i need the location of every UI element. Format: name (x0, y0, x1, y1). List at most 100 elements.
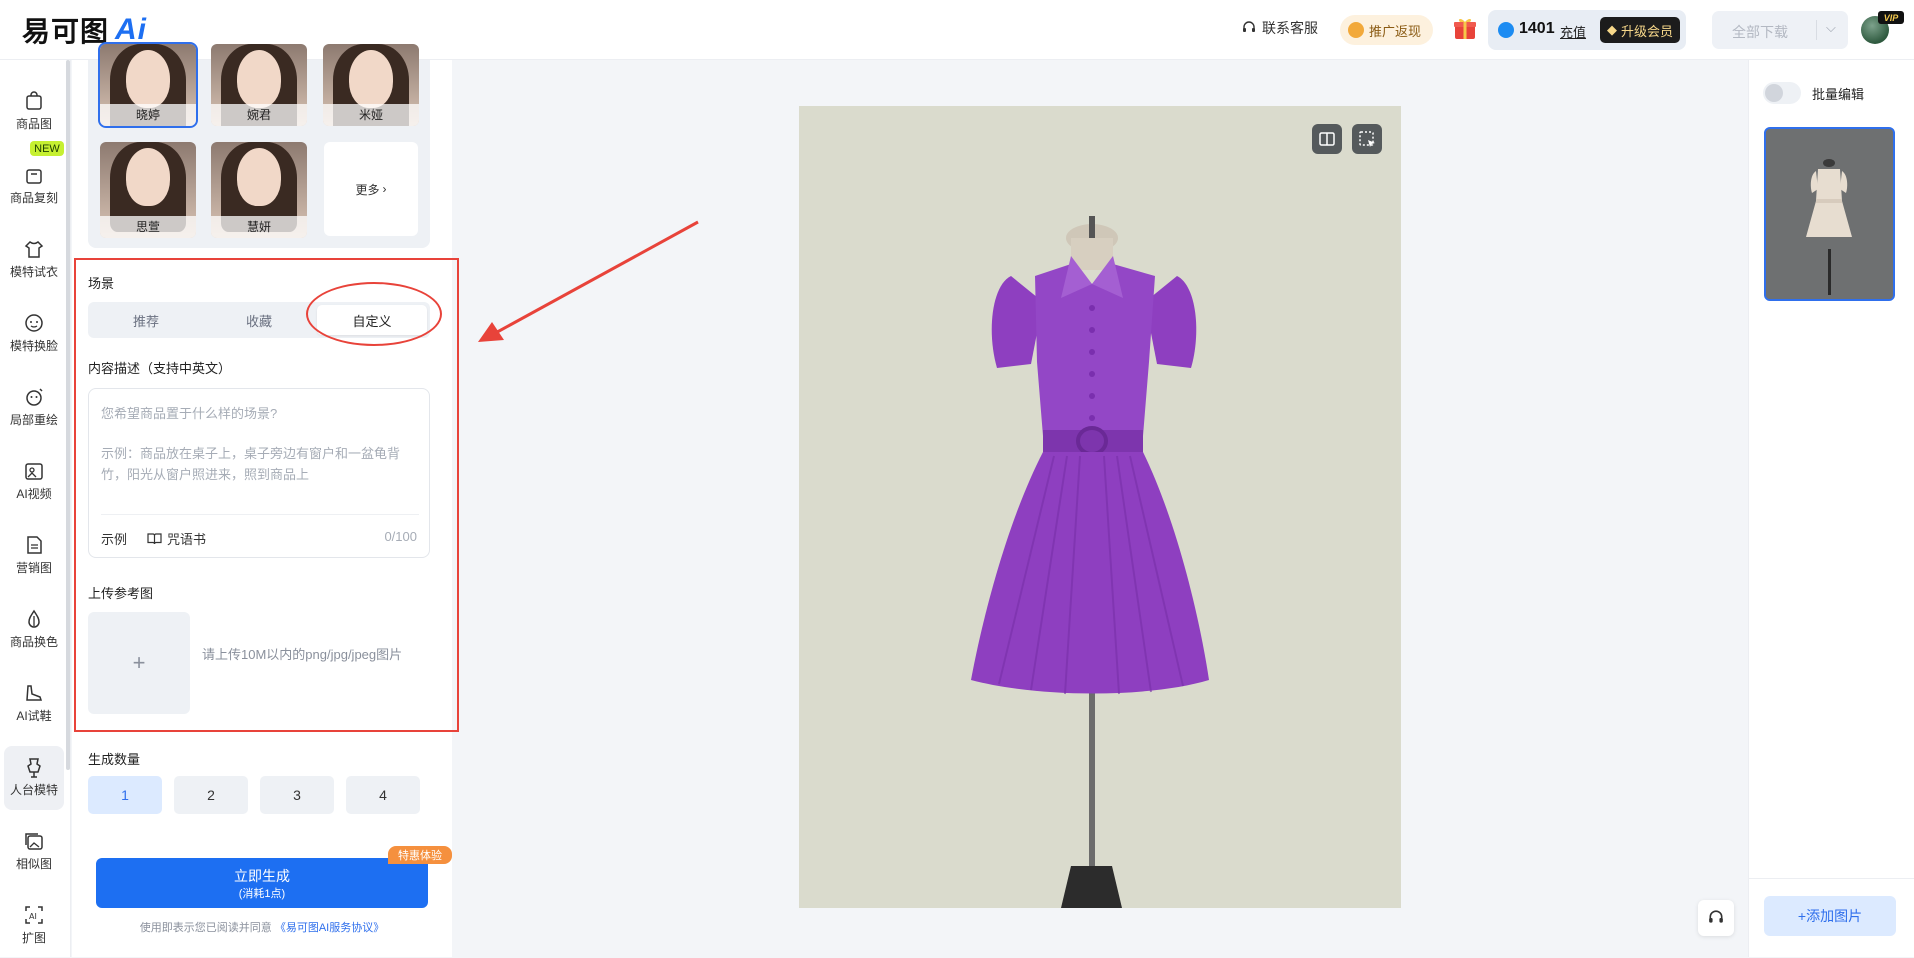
upload-reference-button[interactable]: + (88, 612, 190, 714)
tab-recommend[interactable]: 推荐 (91, 305, 201, 335)
mannequin-icon (27, 758, 41, 778)
model-photo (237, 148, 281, 206)
nav-item-8[interactable]: AI试鞋 (4, 672, 64, 736)
nav-item-2[interactable]: 模特试衣 (4, 228, 64, 292)
model-name: 慧妍 (211, 216, 307, 238)
compare-button[interactable] (1312, 124, 1342, 154)
result-thumbnail[interactable] (1764, 127, 1895, 301)
nav-item-6[interactable]: 营销图 (4, 524, 64, 588)
select-area-button[interactable] (1352, 124, 1382, 154)
generate-button[interactable]: 立即生成 (消耗1点) (96, 858, 428, 908)
nav-item-7[interactable]: 商品换色 (4, 598, 64, 662)
logo-text: 易可图 (22, 16, 110, 47)
nav-item-label: 商品复刻 (9, 191, 58, 205)
model-name: 晓婷 (100, 104, 196, 126)
shoe-icon (26, 685, 43, 701)
batch-edit-label: 批量编辑 (1812, 87, 1865, 102)
more-models-button[interactable]: 更多 › (324, 142, 418, 236)
agreement-prefix: 使用即表示您已阅读并同意 (139, 922, 272, 934)
char-count: 0/100 (384, 529, 417, 544)
video-icon (25, 463, 43, 480)
model-card[interactable]: 慧妍 (211, 142, 307, 238)
upgrade-label: 升级会员 (1620, 23, 1673, 39)
promo-button[interactable]: 推广返现 (1340, 15, 1434, 45)
nav-item-11[interactable]: AI 扩图 (4, 894, 64, 958)
nav-item-10[interactable]: 相似图 (4, 820, 64, 884)
description-placeholder: 您希望商品置于什么样的场景? (101, 406, 278, 421)
nav-item-1[interactable]: 商品复刻 (4, 154, 64, 218)
model-photo (237, 50, 281, 108)
nav-item-0[interactable]: 商品图 (4, 80, 64, 144)
model-card[interactable]: 婉君 (211, 44, 307, 126)
add-image-button[interactable]: +添加图片 (1764, 896, 1896, 936)
coin-icon (1348, 22, 1364, 38)
chevron-right-icon: › (382, 182, 387, 196)
download-label: 全部下载 (1732, 24, 1788, 40)
generate-cost: (消耗1点) (238, 888, 286, 900)
support-label: 联系客服 (1262, 20, 1318, 36)
compare-icon (1319, 132, 1335, 146)
nav-item-label: 商品换色 (9, 635, 58, 649)
agreement-link[interactable]: 《易可图AI服务协议》 (275, 922, 384, 934)
model-name: 思萱 (100, 216, 196, 238)
tab-favorites[interactable]: 收藏 (204, 305, 314, 335)
divider (1748, 878, 1914, 879)
quantity-option-3[interactable]: 3 (260, 776, 334, 814)
model-name: 婉君 (211, 104, 307, 126)
logo[interactable]: 易可图 Ai (22, 12, 147, 48)
divider (101, 514, 419, 515)
scene-description-input[interactable]: 您希望商品置于什么样的场景? 示例：商品放在桌子上，桌子旁边有窗户和一盆龟背竹，… (88, 388, 430, 558)
more-label: 更多 (355, 182, 380, 197)
download-all-button[interactable]: 全部下载 ⌵ (1712, 11, 1848, 49)
support-link[interactable]: 联系客服 (1242, 18, 1318, 38)
nav-item-label: 扩图 (21, 931, 46, 945)
face-icon (25, 314, 43, 332)
model-card[interactable]: 米娅 (323, 44, 419, 126)
nav-item-label: 商品图 (15, 117, 52, 131)
agreement-text: 使用即表示您已阅读并同意 《易可图AI服务协议》 (96, 919, 428, 935)
model-photo (349, 50, 393, 108)
example-button[interactable]: 示例 (101, 529, 127, 548)
svg-text:AI: AI (29, 912, 37, 921)
spellbook-button[interactable]: 咒语书 (147, 529, 206, 548)
upgrade-button[interactable]: ◆ 升级会员 (1600, 17, 1680, 43)
chevron-down-icon[interactable]: ⌵ (1826, 20, 1836, 36)
deal-badge: 特惠体验 (388, 846, 452, 864)
gift-icon[interactable] (1452, 15, 1478, 41)
nav-item-label: 营销图 (15, 561, 52, 575)
nav-item-label: 局部重绘 (9, 413, 58, 427)
description-label: 内容描述（支持中英文） (88, 361, 232, 376)
annotation-arrow (478, 220, 699, 342)
nav-item-9[interactable]: 人台模特 (4, 746, 64, 810)
logo-ai: Ai (115, 13, 148, 46)
recharge-link[interactable]: 充值 (1560, 22, 1586, 41)
model-card[interactable]: 思萱 (100, 142, 196, 238)
headset-icon (1709, 910, 1723, 923)
model-card[interactable]: 晓婷 (98, 42, 198, 128)
customer-service-button[interactable] (1698, 900, 1734, 936)
credits-panel: 1401 充值 ◆ 升级会员 (1488, 10, 1686, 50)
expand-icon: AI (25, 906, 43, 924)
face-edit-icon (26, 388, 43, 406)
model-name: 米娅 (323, 104, 419, 126)
nav-item-3[interactable]: 模特换脸 (4, 302, 64, 366)
scrollbar[interactable] (66, 60, 70, 770)
generate-label: 立即生成 (234, 868, 290, 884)
diamond-icon: ◆ (1606, 22, 1617, 37)
quantity-option-2[interactable]: 2 (174, 776, 248, 814)
nav-item-5[interactable]: AI视频 (4, 450, 64, 514)
quantity-option-1[interactable]: 1 (88, 776, 162, 814)
bag-icon (26, 91, 42, 110)
book-icon (147, 533, 162, 545)
scene-label: 场景 (88, 276, 115, 291)
copy-bag-icon (26, 169, 42, 184)
shirt-icon (24, 241, 44, 258)
nav-item-4[interactable]: 局部重绘 (4, 376, 64, 440)
droplet-icon (28, 609, 40, 628)
highlight-ellipse (306, 282, 442, 346)
quantity-option-4[interactable]: 4 (346, 776, 420, 814)
nav-item-label: AI视频 (16, 487, 52, 501)
nav-item-label: AI试鞋 (16, 709, 52, 723)
batch-edit-toggle[interactable] (1763, 82, 1801, 104)
model-photo (126, 50, 170, 108)
